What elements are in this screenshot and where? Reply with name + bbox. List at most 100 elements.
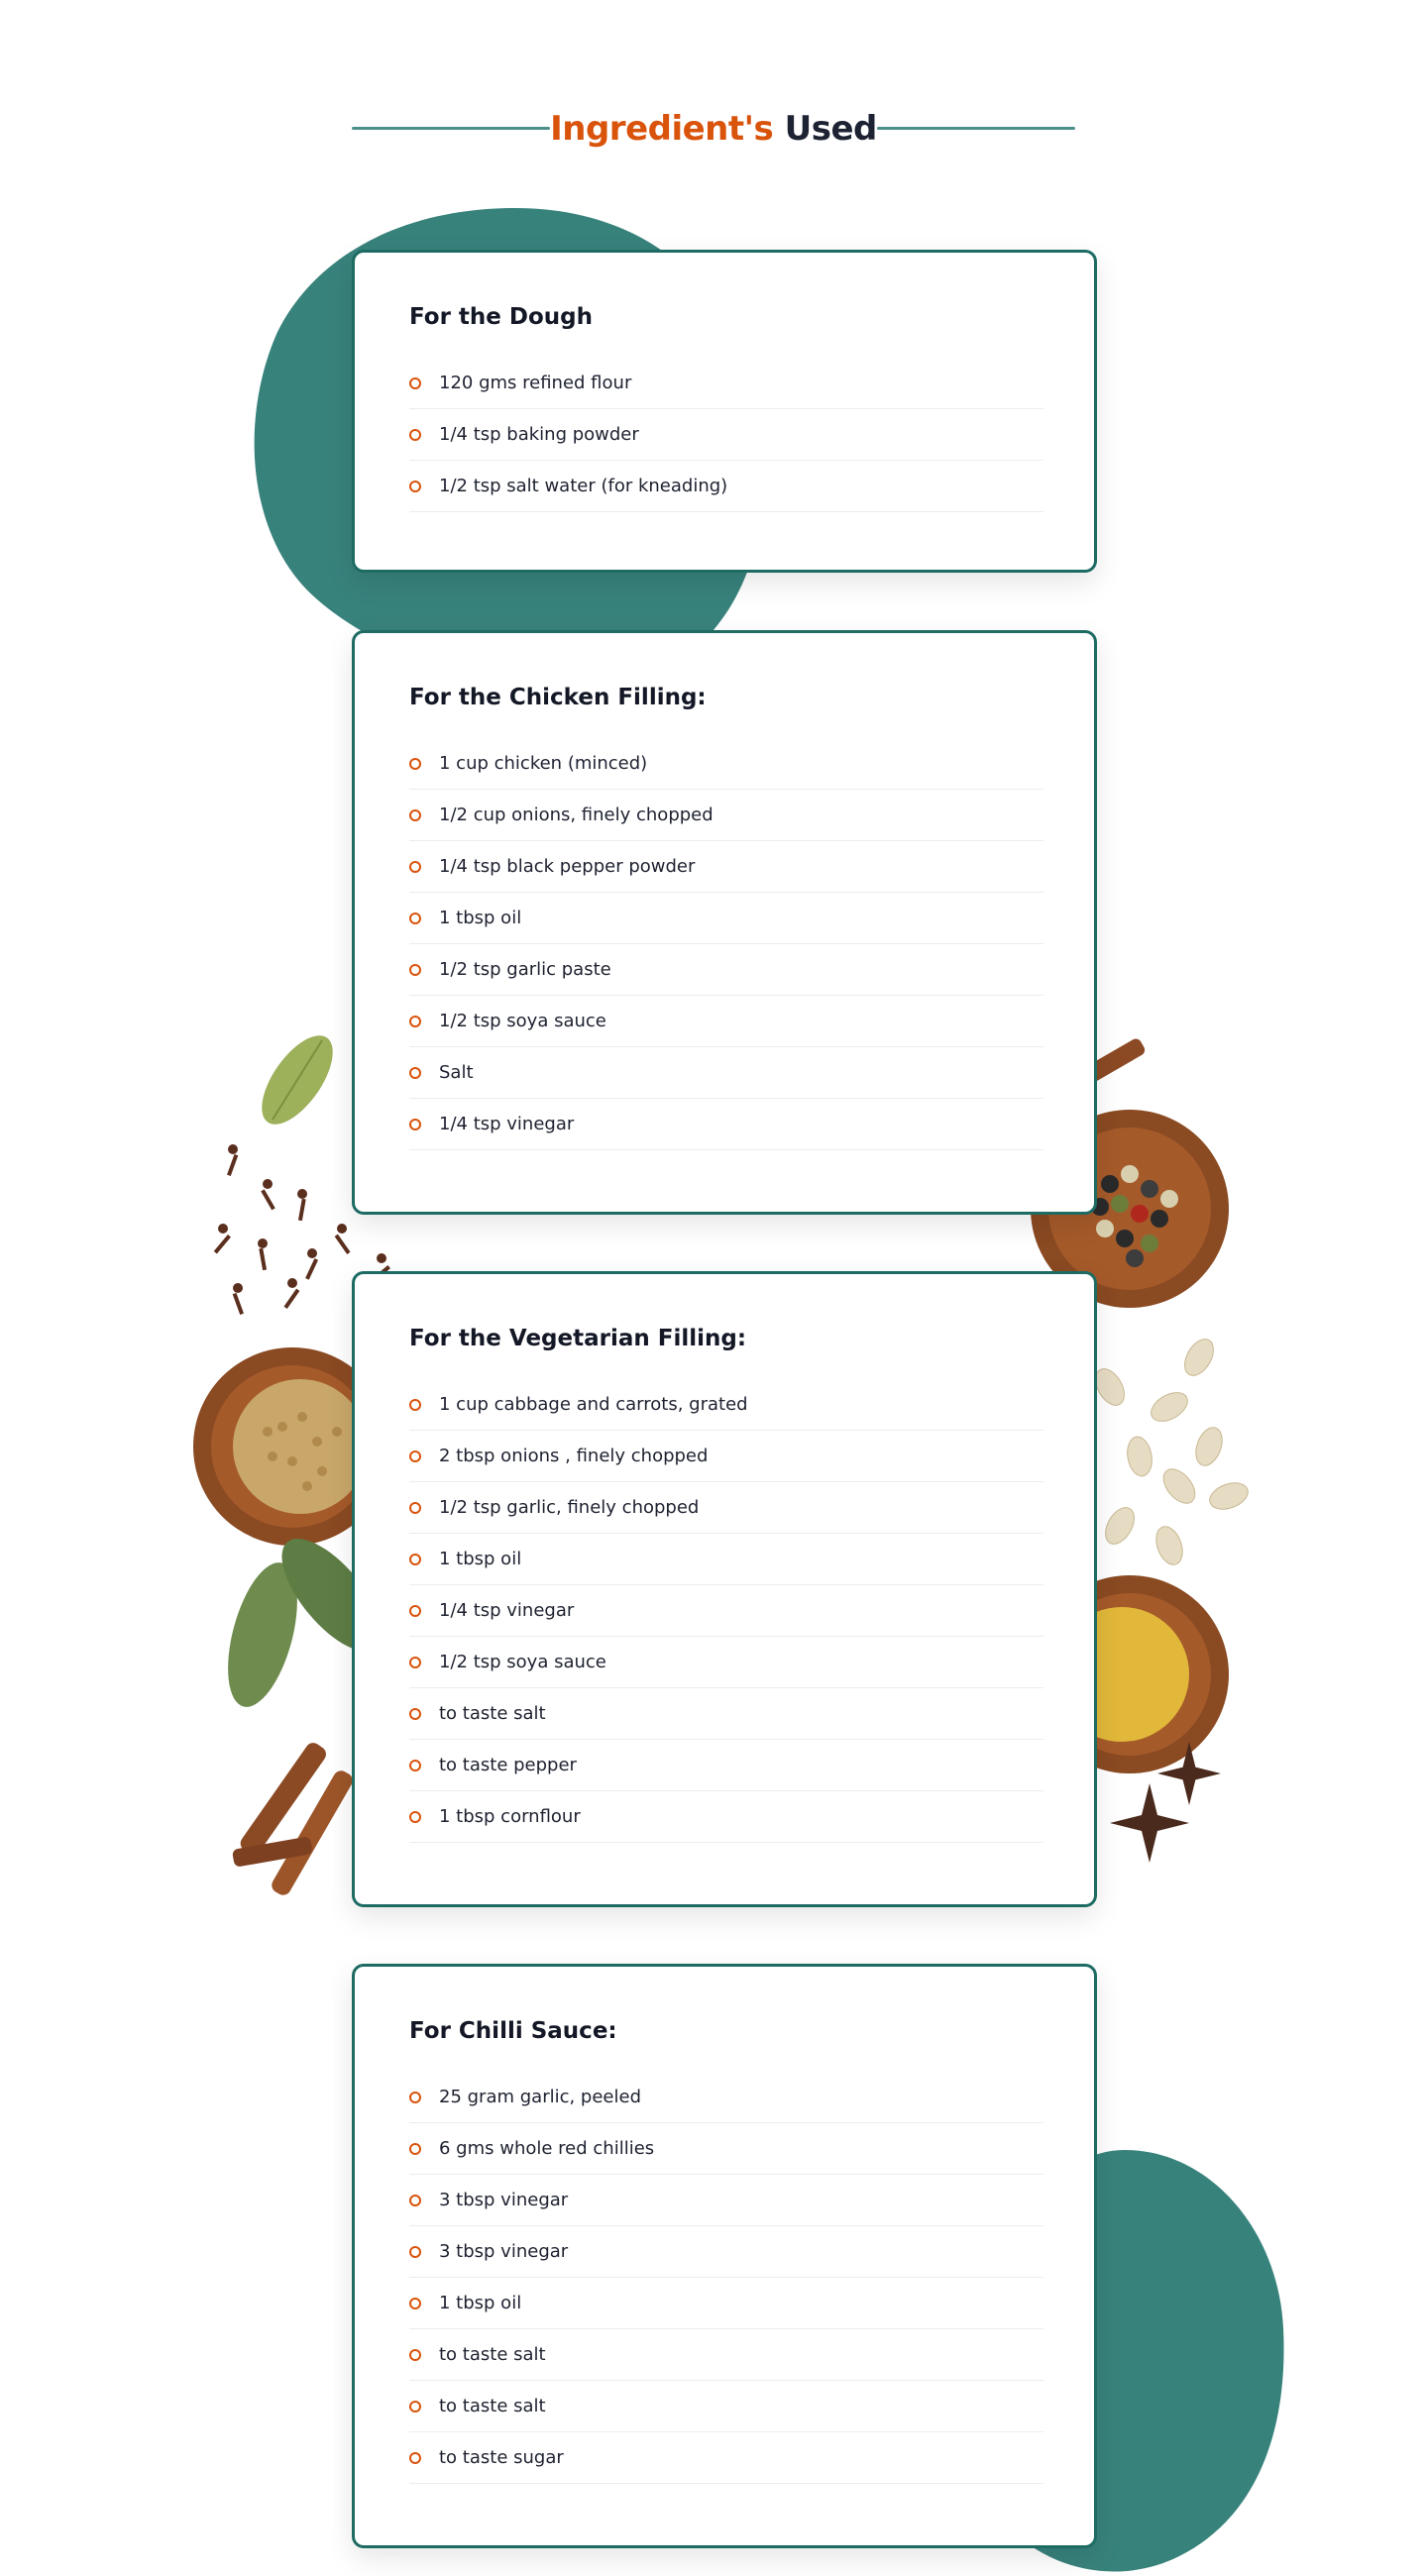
ingredient-text: 1/2 cup onions, finely chopped: [439, 805, 714, 825]
bullet-circle-icon: [409, 1398, 421, 1411]
ingredient-card-vegetarian-filling: For the Vegetarian Filling: 1 cup cabbag…: [352, 1271, 1097, 1907]
bullet-circle-icon: [409, 2297, 421, 2309]
heading-decor-line-left: [352, 127, 550, 130]
ingredient-card-chilli-sauce: For Chilli Sauce: 25 gram garlic, peeled…: [352, 1964, 1097, 2548]
list-item: 3 tbsp vinegar: [409, 2226, 1043, 2278]
list-item: 6 gms whole red chillies: [409, 2123, 1043, 2175]
ingredient-list: 25 gram garlic, peeled 6 gms whole red c…: [409, 2072, 1043, 2484]
bullet-circle-icon: [409, 376, 421, 389]
bullet-circle-icon: [409, 1066, 421, 1079]
ingredient-text: 6 gms whole red chillies: [439, 2138, 655, 2159]
list-item: to taste salt: [409, 1688, 1043, 1740]
bullet-circle-icon: [409, 2400, 421, 2413]
bullet-circle-icon: [409, 2091, 421, 2103]
list-item: 1 cup chicken (minced): [409, 738, 1043, 790]
ingredient-text: 1/2 tsp garlic paste: [439, 959, 611, 980]
ingredient-text: 1 cup cabbage and carrots, grated: [439, 1394, 748, 1415]
list-item: 1/2 cup onions, finely chopped: [409, 790, 1043, 841]
ingredient-list: 1 cup cabbage and carrots, grated 2 tbsp…: [409, 1379, 1043, 1843]
ingredient-text: to taste sugar: [439, 2447, 564, 2468]
ingredient-text: 1/4 tsp baking powder: [439, 424, 639, 445]
heading-dark-text: Used: [784, 109, 878, 149]
ingredient-text: 1 tbsp cornflour: [439, 1806, 581, 1827]
bullet-circle-icon: [409, 1118, 421, 1130]
ingredient-text: 1/2 tsp garlic, finely chopped: [439, 1497, 700, 1518]
ingredient-text: to taste salt: [439, 2344, 546, 2365]
ingredient-text: 1/4 tsp vinegar: [439, 1600, 575, 1621]
bullet-circle-icon: [409, 2451, 421, 2464]
bullet-circle-icon: [409, 808, 421, 821]
ingredient-text: 1 tbsp oil: [439, 2293, 522, 2313]
ingredient-text: 1/4 tsp black pepper powder: [439, 856, 696, 877]
bullet-circle-icon: [409, 1707, 421, 1720]
list-item: Salt: [409, 1047, 1043, 1099]
ingredient-text: 1 tbsp oil: [439, 1549, 522, 1569]
ingredient-text: 1/2 tsp salt water (for kneading): [439, 476, 728, 496]
list-item: to taste sugar: [409, 2432, 1043, 2484]
ingredient-text: to taste salt: [439, 2396, 546, 2416]
bullet-circle-icon: [409, 757, 421, 770]
list-item: 25 gram garlic, peeled: [409, 2072, 1043, 2123]
list-item: 1/2 tsp salt water (for kneading): [409, 461, 1043, 512]
ingredient-text: 1/2 tsp soya sauce: [439, 1652, 606, 1672]
ingredient-list: 1 cup chicken (minced) 1/2 cup onions, f…: [409, 738, 1043, 1150]
bullet-circle-icon: [409, 1015, 421, 1027]
ingredient-text: 1/4 tsp vinegar: [439, 1114, 575, 1134]
list-item: 1/4 tsp vinegar: [409, 1585, 1043, 1637]
ingredient-list: 120 gms refined flour 1/4 tsp baking pow…: [409, 358, 1043, 512]
card-title: For Chilli Sauce:: [409, 2018, 617, 2044]
ingredient-card-chicken-filling: For the Chicken Filling: 1 cup chicken (…: [352, 630, 1097, 1215]
list-item: 1/4 tsp baking powder: [409, 409, 1043, 461]
ingredient-text: 3 tbsp vinegar: [439, 2190, 569, 2210]
list-item: 1 tbsp oil: [409, 893, 1043, 944]
list-item: to taste pepper: [409, 1740, 1043, 1791]
bullet-circle-icon: [409, 860, 421, 873]
bullet-circle-icon: [409, 1656, 421, 1668]
bullet-circle-icon: [409, 1604, 421, 1617]
bullet-circle-icon: [409, 2245, 421, 2258]
bullet-circle-icon: [409, 1501, 421, 1514]
heading-text: Ingredient's Used: [550, 109, 877, 149]
ingredient-text: 120 gms refined flour: [439, 373, 632, 393]
ingredient-text: to taste salt: [439, 1703, 546, 1724]
bullet-circle-icon: [409, 1759, 421, 1771]
bullet-circle-icon: [409, 1553, 421, 1565]
card-title: For the Dough: [409, 304, 594, 330]
bullet-circle-icon: [409, 428, 421, 441]
bullet-circle-icon: [409, 2348, 421, 2361]
list-item: to taste salt: [409, 2329, 1043, 2381]
ingredient-text: 1 cup chicken (minced): [439, 753, 648, 774]
bullet-circle-icon: [409, 480, 421, 492]
list-item: 1/4 tsp black pepper powder: [409, 841, 1043, 893]
list-item: 1 tbsp cornflour: [409, 1791, 1043, 1843]
bullet-circle-icon: [409, 1810, 421, 1823]
list-item: 1/4 tsp vinegar: [409, 1099, 1043, 1150]
ingredient-text: Salt: [439, 1062, 474, 1083]
list-item: 1 tbsp oil: [409, 2278, 1043, 2329]
heading-decor-line-right: [877, 127, 1075, 130]
ingredient-text: 25 gram garlic, peeled: [439, 2087, 642, 2107]
list-item: 2 tbsp onions , finely chopped: [409, 1431, 1043, 1482]
ingredient-text: to taste pepper: [439, 1755, 577, 1775]
list-item: to taste salt: [409, 2381, 1043, 2432]
ingredient-card-dough: For the Dough 120 gms refined flour 1/4 …: [352, 250, 1097, 573]
bullet-circle-icon: [409, 2194, 421, 2206]
card-title: For the Chicken Filling:: [409, 685, 707, 710]
heading-accent-text: Ingredient's: [550, 109, 774, 149]
list-item: 3 tbsp vinegar: [409, 2175, 1043, 2226]
list-item: 1/2 tsp garlic paste: [409, 944, 1043, 996]
section-heading: Ingredient's Used: [352, 99, 1075, 159]
list-item: 120 gms refined flour: [409, 358, 1043, 409]
ingredient-text: 1/2 tsp soya sauce: [439, 1011, 606, 1031]
ingredient-text: 3 tbsp vinegar: [439, 2241, 569, 2262]
bullet-circle-icon: [409, 912, 421, 924]
ingredient-text: 2 tbsp onions , finely chopped: [439, 1446, 709, 1466]
list-item: 1/2 tsp soya sauce: [409, 996, 1043, 1047]
bullet-circle-icon: [409, 1449, 421, 1462]
list-item: 1/2 tsp garlic, finely chopped: [409, 1482, 1043, 1534]
bullet-circle-icon: [409, 963, 421, 976]
bullet-circle-icon: [409, 2142, 421, 2155]
list-item: 1 tbsp oil: [409, 1534, 1043, 1585]
list-item: 1/2 tsp soya sauce: [409, 1637, 1043, 1688]
card-title: For the Vegetarian Filling:: [409, 1326, 747, 1351]
